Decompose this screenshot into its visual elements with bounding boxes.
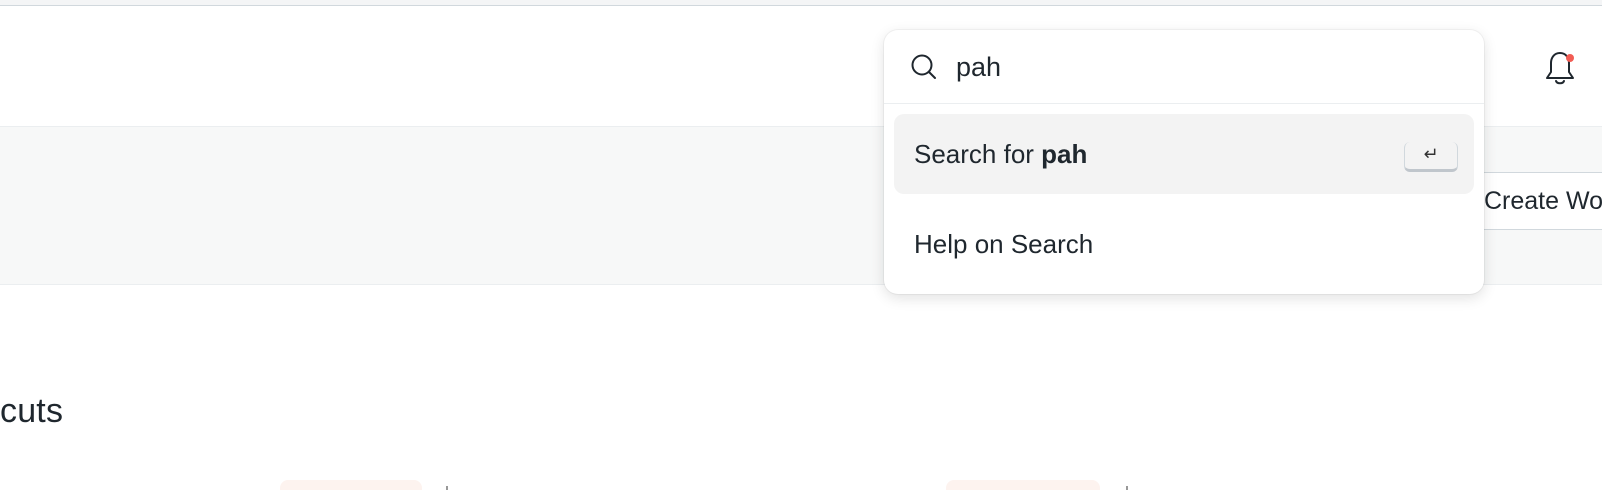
help-on-search-result[interactable]: Help on Search [894, 204, 1474, 284]
shortcut-card[interactable] [946, 480, 1100, 490]
notification-badge [1566, 54, 1574, 62]
search-dropdown: Search for pah ↵ Help on Search [884, 30, 1484, 294]
search-term: pah [1041, 139, 1088, 169]
shortcuts-heading: cuts [0, 392, 64, 430]
create-workspace-button[interactable]: Create Wo [1470, 172, 1602, 230]
search-icon [911, 54, 936, 79]
notifications-button[interactable] [1544, 50, 1576, 90]
shortcut-card-mark [446, 486, 448, 490]
shortcut-card-mark [1126, 486, 1128, 490]
search-for-result[interactable]: Search for pah ↵ [894, 114, 1474, 194]
help-on-search-label: Help on Search [914, 229, 1094, 259]
enter-key-hint: ↵ [1404, 142, 1458, 172]
shortcut-card[interactable] [280, 480, 422, 490]
search-bar [884, 30, 1484, 104]
search-for-label: Search for pah [914, 139, 1088, 169]
search-input[interactable] [956, 47, 1456, 87]
